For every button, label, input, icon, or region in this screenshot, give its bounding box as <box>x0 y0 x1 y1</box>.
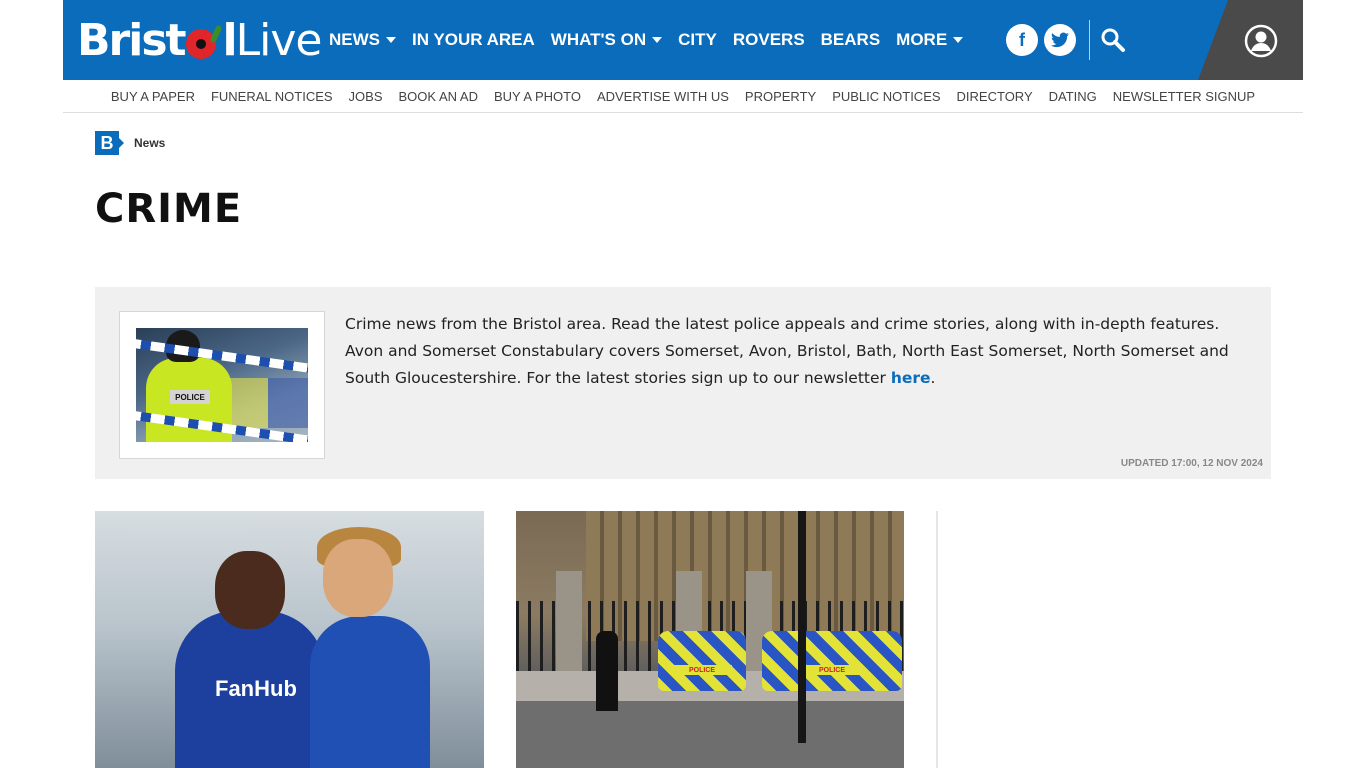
chevron-down-icon <box>386 37 396 43</box>
site-logo[interactable]: Brist l Live <box>77 12 322 68</box>
subnav-item-newsletter-signup[interactable]: NEWSLETTER SIGNUP <box>1113 89 1255 104</box>
image-pillar <box>556 571 582 681</box>
subnav-item-funeral-notices[interactable]: FUNERAL NOTICES <box>211 89 333 104</box>
image-player-head <box>323 539 393 617</box>
chevron-down-icon <box>652 37 663 43</box>
main-nav: NEWS IN YOUR AREA WHAT'S ON CITY ROVERS … <box>329 0 979 80</box>
topic-image-frame: POLICE <box>119 311 325 459</box>
image-player-head <box>215 551 285 629</box>
breadcrumb: B News <box>95 131 165 155</box>
search-icon[interactable] <box>1099 26 1127 54</box>
updated-timestamp: UPDATED 17:00, 12 NOV 2024 <box>1120 458 1263 469</box>
facebook-icon[interactable]: f <box>1006 24 1038 56</box>
account-icon[interactable] <box>1244 24 1278 58</box>
subnav-item-directory[interactable]: DIRECTORY <box>957 89 1033 104</box>
image-kit-sponsor: FanHub <box>215 676 297 701</box>
nav-item-rovers[interactable]: ROVERS <box>733 30 805 50</box>
subnav-item-advertise-with-us[interactable]: ADVERTISE WITH US <box>597 89 729 104</box>
image-road <box>516 701 904 768</box>
nav-item-bears[interactable]: BEARS <box>821 30 881 50</box>
subnav-item-jobs[interactable]: JOBS <box>349 89 383 104</box>
article-card-image[interactable]: FanHub <box>95 511 484 768</box>
subnav-item-property[interactable]: PROPERTY <box>745 89 816 104</box>
image-police-car: POLICE <box>762 631 902 691</box>
column-divider <box>936 511 938 768</box>
nav-item-whats-on[interactable]: WHAT'S ON <box>551 30 663 50</box>
nav-item-in-your-area[interactable]: IN YOUR AREA <box>412 30 535 50</box>
newsletter-link[interactable]: here <box>891 369 931 387</box>
logo-text-part1: Brist <box>77 14 187 66</box>
breadcrumb-badge[interactable]: B <box>95 131 124 155</box>
topic-image: POLICE <box>136 328 308 442</box>
image-police-car: POLICE <box>658 631 746 691</box>
image-officer <box>596 631 618 711</box>
logo-text-part2: l <box>222 14 238 66</box>
subnav-item-book-an-ad[interactable]: BOOK AN AD <box>399 89 478 104</box>
article-card-image[interactable]: POLICE POLICE <box>516 511 904 768</box>
nav-item-more[interactable]: MORE <box>896 30 964 50</box>
poppy-icon <box>185 29 216 59</box>
subnav-item-buy-a-paper[interactable]: BUY A PAPER <box>111 89 195 104</box>
header-divider <box>1089 20 1090 60</box>
topic-description: Crime news from the Bristol area. Read t… <box>345 315 1229 387</box>
chevron-down-icon <box>953 37 964 43</box>
nav-item-city[interactable]: CITY <box>678 30 717 50</box>
secondary-nav: BUY A PAPER FUNERAL NOTICES JOBS BOOK AN… <box>63 80 1303 113</box>
breadcrumb-news-link[interactable]: News <box>134 136 165 150</box>
logo-text-part3: Live <box>235 14 323 66</box>
twitter-icon[interactable] <box>1044 24 1076 56</box>
image-police-car <box>228 378 308 428</box>
subnav-item-public-notices[interactable]: PUBLIC NOTICES <box>832 89 940 104</box>
image-police-patch: POLICE <box>170 390 210 404</box>
nav-item-news[interactable]: NEWS <box>329 30 396 50</box>
subnav-item-dating[interactable]: DATING <box>1049 89 1097 104</box>
subnav-item-buy-a-photo[interactable]: BUY A PHOTO <box>494 89 581 104</box>
page-title: CRIME <box>95 186 243 232</box>
image-lamp-post <box>798 511 806 743</box>
image-player <box>310 616 430 768</box>
topic-intro: POLICE Crime news from the Bristol area.… <box>95 287 1271 479</box>
